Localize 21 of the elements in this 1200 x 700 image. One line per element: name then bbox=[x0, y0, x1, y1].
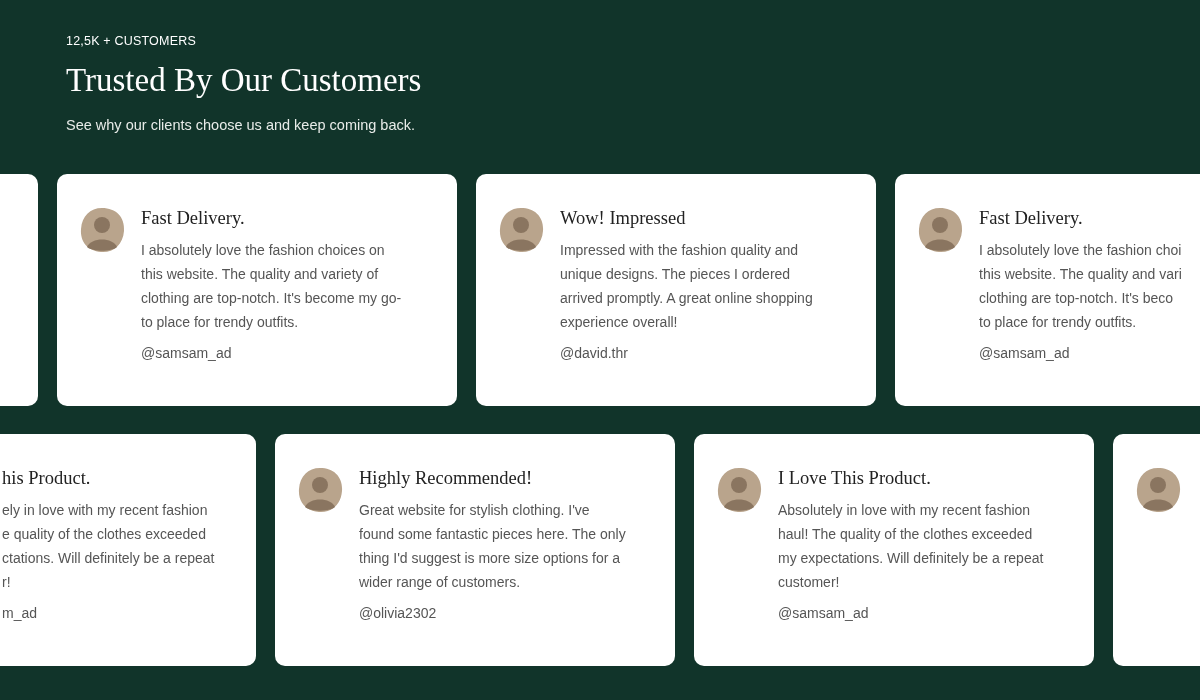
reviewer-handle: @olivia2302 bbox=[359, 605, 438, 621]
review-text: Absolutely in love with my recent fashion haul! The quality of the clothes exceeded my expectations. Will definitely be a repeat customer! bbox=[778, 501, 1044, 592]
review-text: Impressed with the fashion quality and unique designs. The pieces I ordered arrived promptly. A great online shopping experience overall! bbox=[560, 241, 813, 332]
reviewer-handle: @samsam_ad bbox=[778, 605, 870, 621]
review-title: Fast Delivery. bbox=[141, 208, 246, 229]
review-text: Great website for stylish clothing. I've found some fantastic pieces here. The only thing I'd suggest is more size options for a wider range of customers. bbox=[359, 501, 626, 592]
review-title: his Product. bbox=[2, 468, 92, 489]
review-title: Wow! Impressed bbox=[560, 208, 687, 229]
reviewer-handle: @david.thr bbox=[560, 345, 629, 361]
review-title: Highly Recommended! bbox=[359, 468, 534, 489]
review-text: ely in love with my recent fashion e quality of the clothes exceeded ctations. Will definitely be a repeat r! bbox=[2, 501, 215, 592]
review-title: Fast Delivery. bbox=[979, 208, 1084, 229]
reviewer-handle: m_ad bbox=[2, 605, 39, 621]
review-title: I Love This Product. bbox=[778, 468, 932, 489]
reviewer-handle: @samsam_ad bbox=[141, 345, 233, 361]
reviewer-handle: @samsam_ad bbox=[979, 345, 1071, 361]
review-text: I absolutely love the fashion choi this website. The quality and vari clothing are top-notch. It's beco to place for trendy outfits. bbox=[979, 241, 1182, 332]
review-text: I absolutely love the fashion choices on this website. The quality and variety of clothing are top-notch. It's become my go- to place for trendy outfits. bbox=[141, 241, 402, 332]
section-subtitle: See why our clients choose us and keep coming back. bbox=[66, 117, 416, 133]
section-title: Trusted By Our Customers bbox=[66, 62, 423, 99]
customer-count: 12,5K + CUSTOMERS bbox=[66, 34, 197, 48]
